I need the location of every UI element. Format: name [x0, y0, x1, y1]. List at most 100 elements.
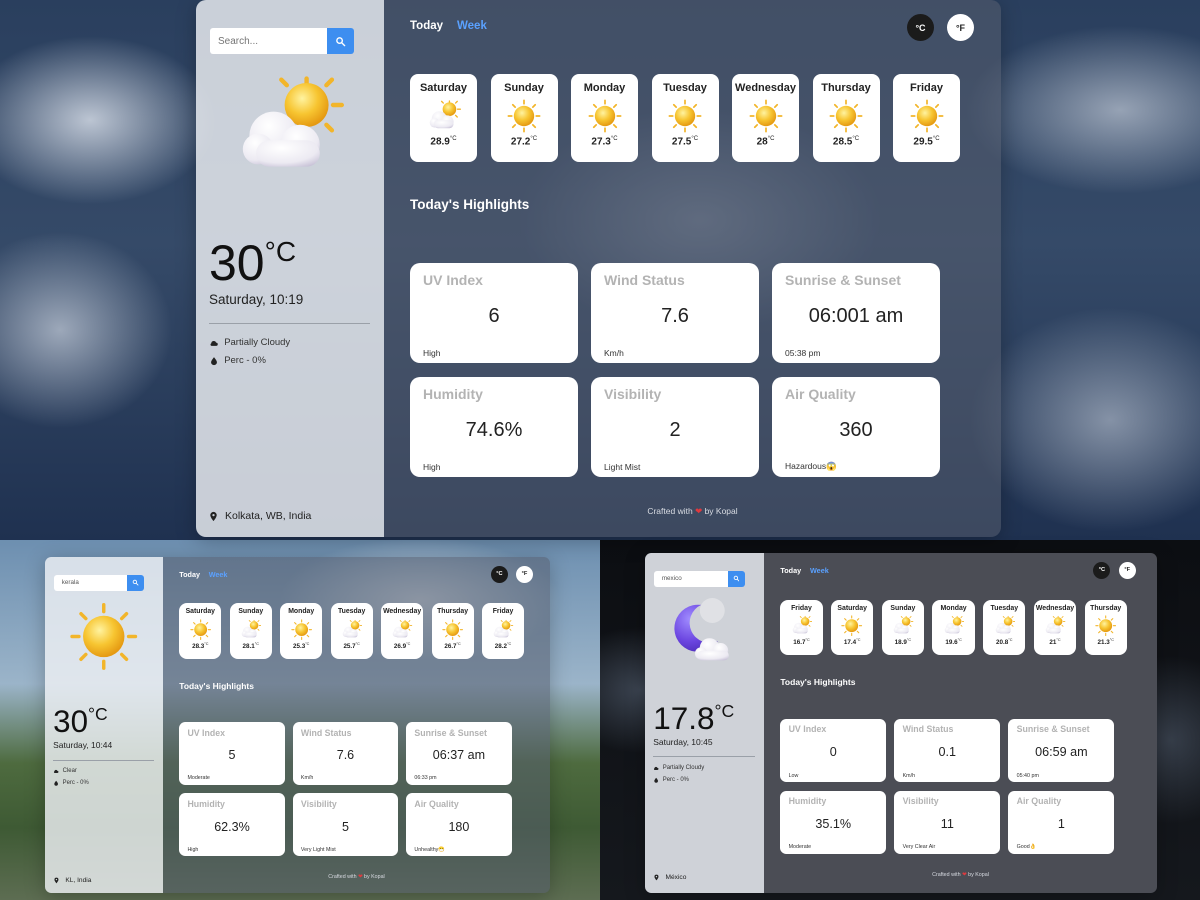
location-pin-icon [208, 511, 219, 522]
sun-behind-cloud-icon [391, 619, 412, 640]
sun-behind-cloud-icon [240, 619, 261, 640]
highlight-card-wind-status: Wind Status 0.1 Km/h [894, 718, 1001, 782]
highlight-card-wind-status: Wind Status 7.6 Km/h [591, 263, 759, 363]
forecast-day-name: Monday [940, 604, 967, 612]
highlight-card-uv-index: UV Index 6 High [410, 263, 578, 363]
fahrenheit-button[interactable]: °F [947, 14, 974, 41]
highlight-card-uv-index: UV Index 5 Moderate [179, 721, 285, 785]
forecast-card-saturday: Saturday 28.9°C [410, 74, 477, 162]
forecast-card-tuesday: Tuesday 25.7°C [330, 603, 373, 659]
week-forecast-row: Friday 16.7°C Saturday 17.4°C Sunday 18.… [780, 599, 1135, 656]
forecast-card-sunday: Sunday 27.2°C [490, 74, 558, 162]
condition-text: Partially Cloudy [662, 765, 705, 772]
precipitation-text: Perc - 0% [62, 779, 89, 786]
sun-icon [1095, 615, 1116, 636]
current-weather-sidebar: 17.8°C Saturday, 10:45 Partially Cloudy … [645, 553, 764, 893]
sun-behind-cloud-icon [1044, 615, 1065, 636]
highlight-subtext: Km/h [902, 772, 916, 779]
forecast-day-name: Wednesday [735, 82, 796, 94]
highlight-value: 35.1% [815, 816, 852, 831]
current-datetime: Saturday, 10:45 [653, 736, 713, 747]
search-button[interactable] [127, 574, 145, 591]
tab-week[interactable]: Week [810, 566, 829, 575]
celsius-button[interactable]: °C [907, 14, 934, 41]
celsius-button[interactable]: °C [490, 565, 508, 583]
current-temperature: 30°C [209, 235, 297, 291]
highlight-subtext: 05:38 pm [785, 348, 821, 358]
view-tabs: Today Week [179, 570, 227, 579]
highlight-subtext: Low [788, 772, 799, 779]
sidebar-divider [653, 756, 755, 758]
tab-today[interactable]: Today [410, 20, 443, 32]
forecast-card-friday: Friday 29.5°C [893, 74, 960, 162]
weather-app-window: 17.8°C Saturday, 10:45 Partially Cloudy … [645, 553, 1157, 893]
highlight-subtext: Good👌 [1016, 844, 1037, 851]
highlight-card-sunrise-sunset: Sunrise & Sunset 06:001 am 05:38 pm [772, 263, 940, 363]
tab-today[interactable]: Today [780, 566, 801, 575]
highlight-value: 180 [448, 819, 470, 834]
tab-week[interactable]: Week [457, 20, 487, 32]
fahrenheit-button[interactable]: °F [1118, 561, 1136, 579]
sun-icon [190, 619, 211, 640]
highlight-card-humidity: Humidity 74.6% High [410, 377, 578, 477]
forecast-temp: 21.3°C [1097, 638, 1114, 647]
sun-behind-cloud-icon [427, 99, 461, 133]
highlight-subtext: 05:40 pm [1016, 772, 1039, 779]
condition-row: Clear [53, 768, 77, 774]
highlight-card-wind-status: Wind Status 7.6 Km/h [292, 721, 399, 785]
highlight-value: 06:001 am [808, 305, 904, 327]
tab-today[interactable]: Today [179, 570, 200, 579]
search-input[interactable] [210, 28, 327, 54]
fahrenheit-button[interactable]: °F [516, 565, 533, 583]
highlight-value: 62.3% [214, 819, 250, 834]
location: Kolkata, WB, India [208, 510, 311, 522]
highlight-card-sunrise-sunset: Sunrise & Sunset 06:59 am 05:40 pm [1008, 718, 1115, 782]
view-tabs: Today Week [780, 566, 828, 575]
forecast-card-friday: Friday 16.7°C [780, 599, 823, 656]
highlights-grid: UV Index 5 Moderate Wind Status 7.6 Km/h… [179, 721, 512, 857]
highlight-title: Visibility [300, 798, 337, 809]
highlight-subtext: 06:33 pm [414, 775, 437, 782]
footer-credit: Crafted with ❤ by Kopal [328, 874, 385, 881]
forecast-day-name: Saturday [185, 608, 215, 616]
forecast-temp: 28.9°C [430, 136, 457, 148]
sun-behind-cloud-icon [492, 619, 513, 640]
search-bar [53, 574, 145, 591]
forecast-temp: 28.1°C [242, 641, 259, 650]
highlight-title: UV Index [423, 272, 483, 288]
celsius-button[interactable]: °C [1093, 561, 1111, 579]
highlight-value: 0 [829, 745, 837, 760]
forecast-card-sunday: Sunday 28.1°C [229, 603, 272, 659]
highlight-card-visibility: Visibility 2 Light Mist [591, 377, 759, 477]
footer-credit: Crafted with ❤ by Kopal [647, 506, 738, 516]
search-input[interactable] [653, 570, 728, 587]
forecast-temp: 26.9°C [393, 641, 411, 650]
temperature-unit: °C [88, 704, 108, 725]
week-forecast-row: Saturday 28.3°C Sunday 28.1°C Monday 25.… [179, 603, 532, 659]
forecast-card-thursday: Thursday 28.5°C [812, 74, 880, 162]
highlight-value: 2 [669, 419, 681, 441]
forecast-day-name: Thursday [1090, 604, 1122, 612]
highlights-grid: UV Index 0 Low Wind Status 0.1 Km/h Sunr… [780, 718, 1115, 854]
highlight-value: 06:59 am [1035, 745, 1088, 760]
current-temperature: 17.8°C [653, 699, 735, 736]
highlight-title: Sunrise & Sunset [1016, 724, 1090, 735]
highlights-title: Today's Highlights [410, 197, 530, 212]
search-button[interactable] [327, 28, 354, 54]
forecast-temp: 26.7°C [444, 641, 461, 650]
temperature-unit: °C [714, 700, 735, 721]
highlight-title: Humidity [788, 796, 827, 807]
forecast-day-name: Monday [288, 608, 315, 616]
week-forecast-row: Saturday 28.9°C Sunday 27.2°C Monday 27.… [410, 74, 974, 162]
sidebar-divider [209, 323, 370, 324]
tab-week[interactable]: Week [209, 570, 228, 579]
search-input[interactable] [53, 574, 128, 591]
forecast-day-name: Monday [583, 82, 626, 94]
forecast-temp: 21°C [1049, 638, 1061, 647]
highlight-title: Sunrise & Sunset [785, 272, 901, 288]
search-button[interactable] [727, 570, 745, 587]
forecast-temp: 28.3°C [192, 641, 209, 650]
forecast-day-name: Sunday [890, 604, 916, 612]
search-bar [653, 570, 745, 587]
highlight-card-air-quality: Air Quality 1 Good👌 [1008, 790, 1115, 854]
